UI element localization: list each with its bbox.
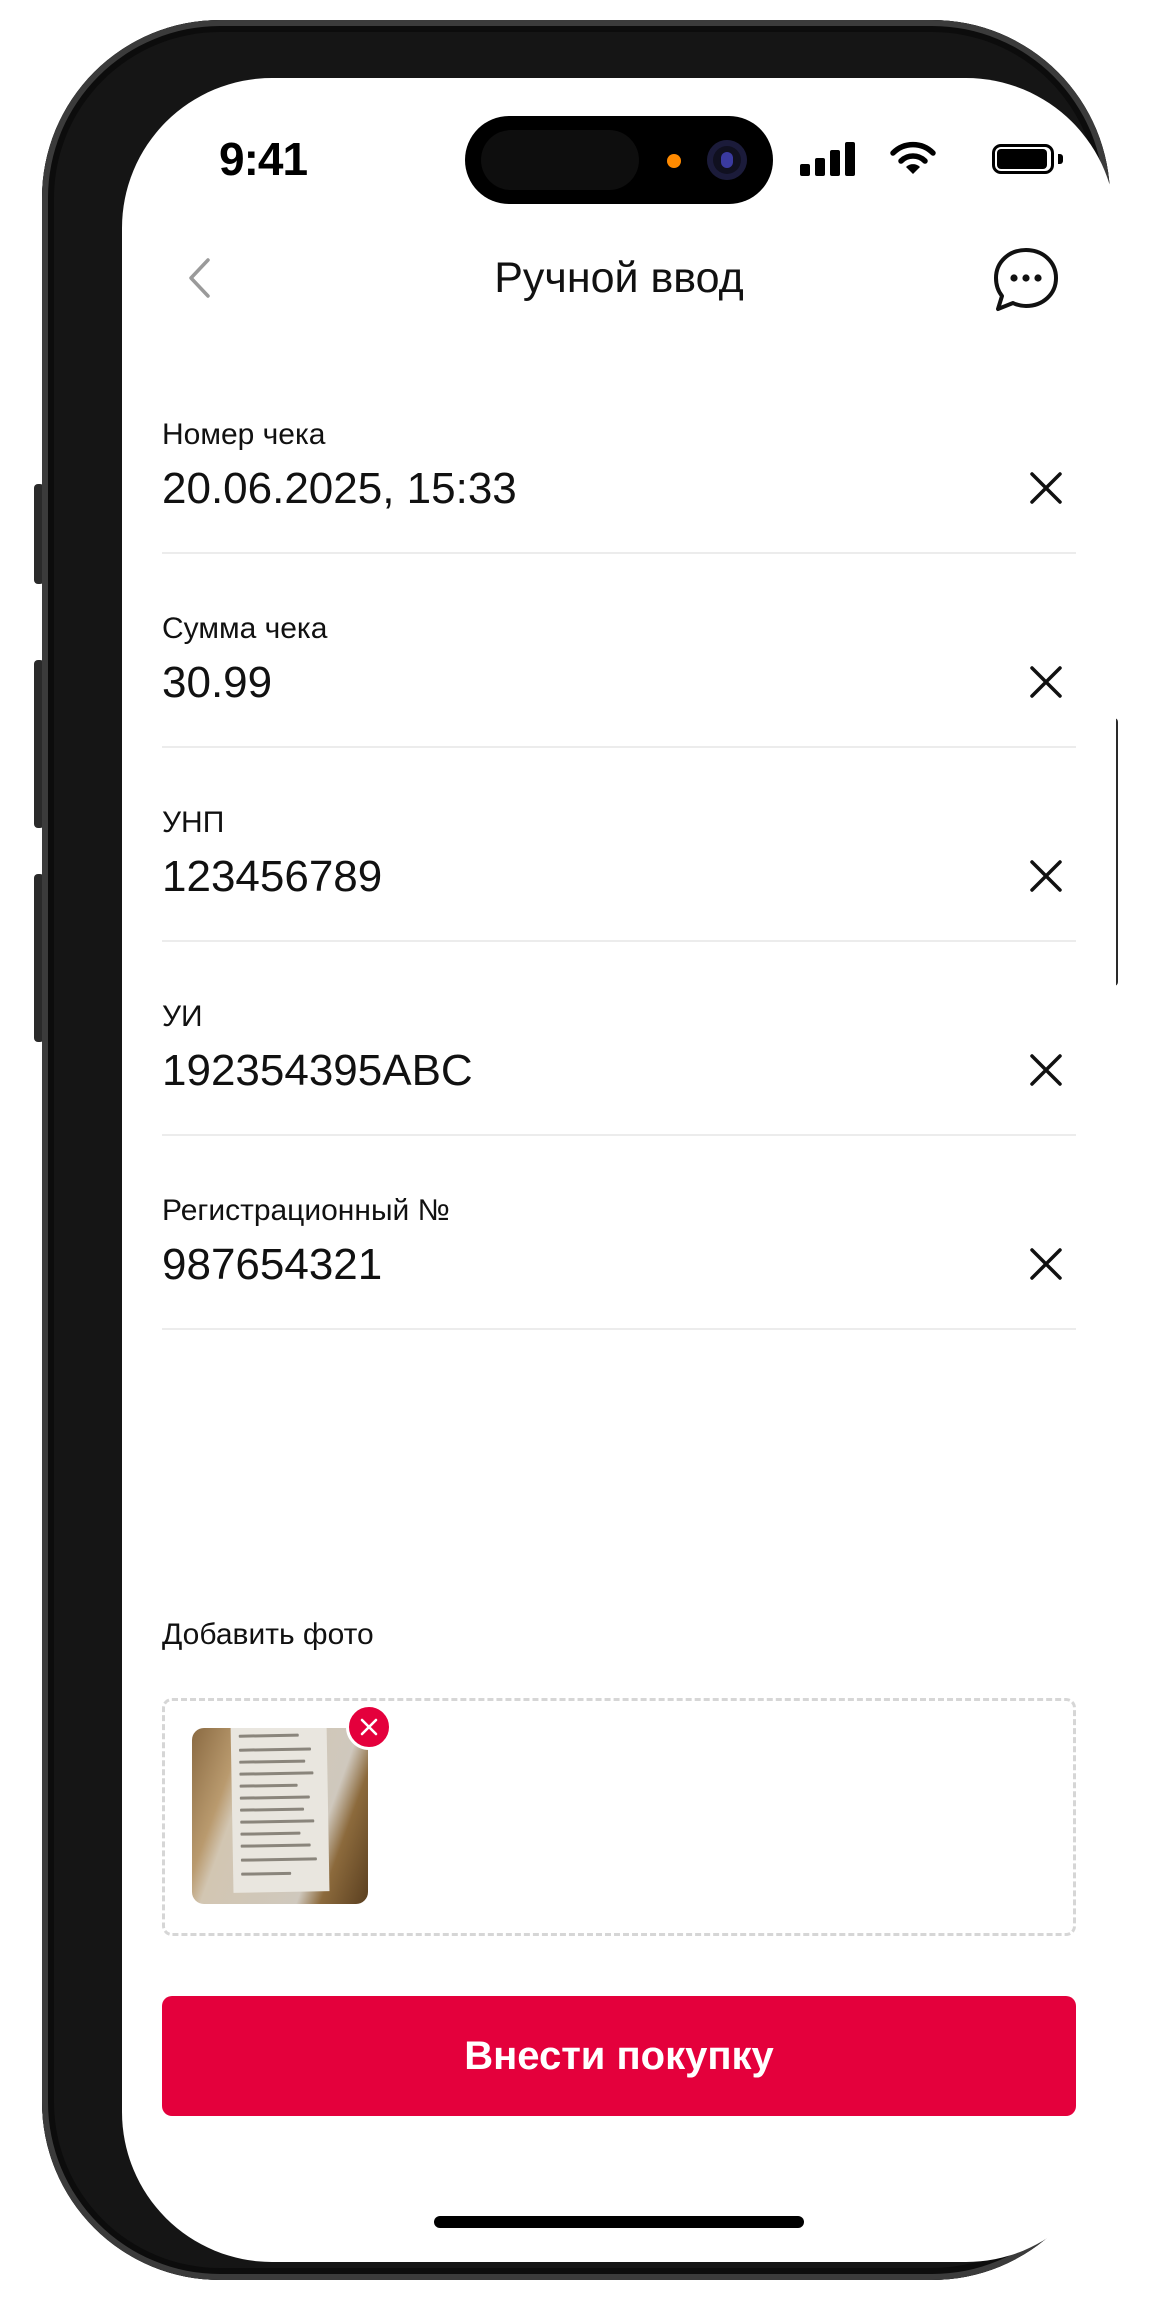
field-unp[interactable]: УНП 123456789 [162,806,1076,942]
screen: 9:41 Ручной ввод Номер чека 20.06.2025, … [122,78,1116,2262]
clear-icon[interactable] [1026,856,1066,896]
clear-icon[interactable] [1026,468,1066,508]
field-value[interactable]: 192354395ABC [162,1046,473,1096]
field-label: Сумма чека [162,612,328,645]
field-label: УНП [162,806,225,839]
chat-bubble-icon [994,248,1058,311]
remove-photo-button[interactable] [346,1704,392,1750]
submit-purchase-button[interactable]: Внести покупку [162,1996,1076,2116]
page-title: Ручной ввод [494,254,744,302]
dynamic-island [465,116,773,204]
field-label: УИ [162,1000,203,1033]
field-label: Номер чека [162,418,326,451]
field-registration-number[interactable]: Регистрационный № 987654321 [162,1194,1076,1330]
field-value[interactable]: 30.99 [162,658,272,708]
field-value[interactable]: 20.06.2025, 15:33 [162,464,517,514]
status-icons [786,140,1066,180]
home-indicator [434,2216,804,2228]
battery-icon [992,144,1066,178]
field-label: Регистрационный № [162,1194,450,1227]
field-receipt-amount[interactable]: Сумма чека 30.99 [162,612,1076,748]
add-photo-label: Добавить фото [162,1618,374,1651]
field-value[interactable]: 987654321 [162,1240,382,1290]
field-receipt-number[interactable]: Номер чека 20.06.2025, 15:33 [162,418,1076,554]
clear-icon[interactable] [1026,662,1066,702]
clear-icon[interactable] [1026,1050,1066,1090]
front-camera-icon [707,140,747,180]
privacy-indicator-icon [667,154,681,168]
field-ui[interactable]: УИ 192354395ABC [162,1000,1076,1136]
field-value[interactable]: 123456789 [162,852,382,902]
receipt-photo-thumbnail[interactable] [192,1728,368,1904]
chat-button[interactable] [990,244,1062,316]
cellular-signal-icon [800,140,856,176]
wifi-icon [890,141,936,174]
close-icon [360,1718,378,1736]
phone-frame: 9:41 Ручной ввод Номер чека 20.06.2025, … [42,20,1116,2280]
status-time: 9:41 [219,133,308,185]
clear-icon[interactable] [1026,1244,1066,1284]
